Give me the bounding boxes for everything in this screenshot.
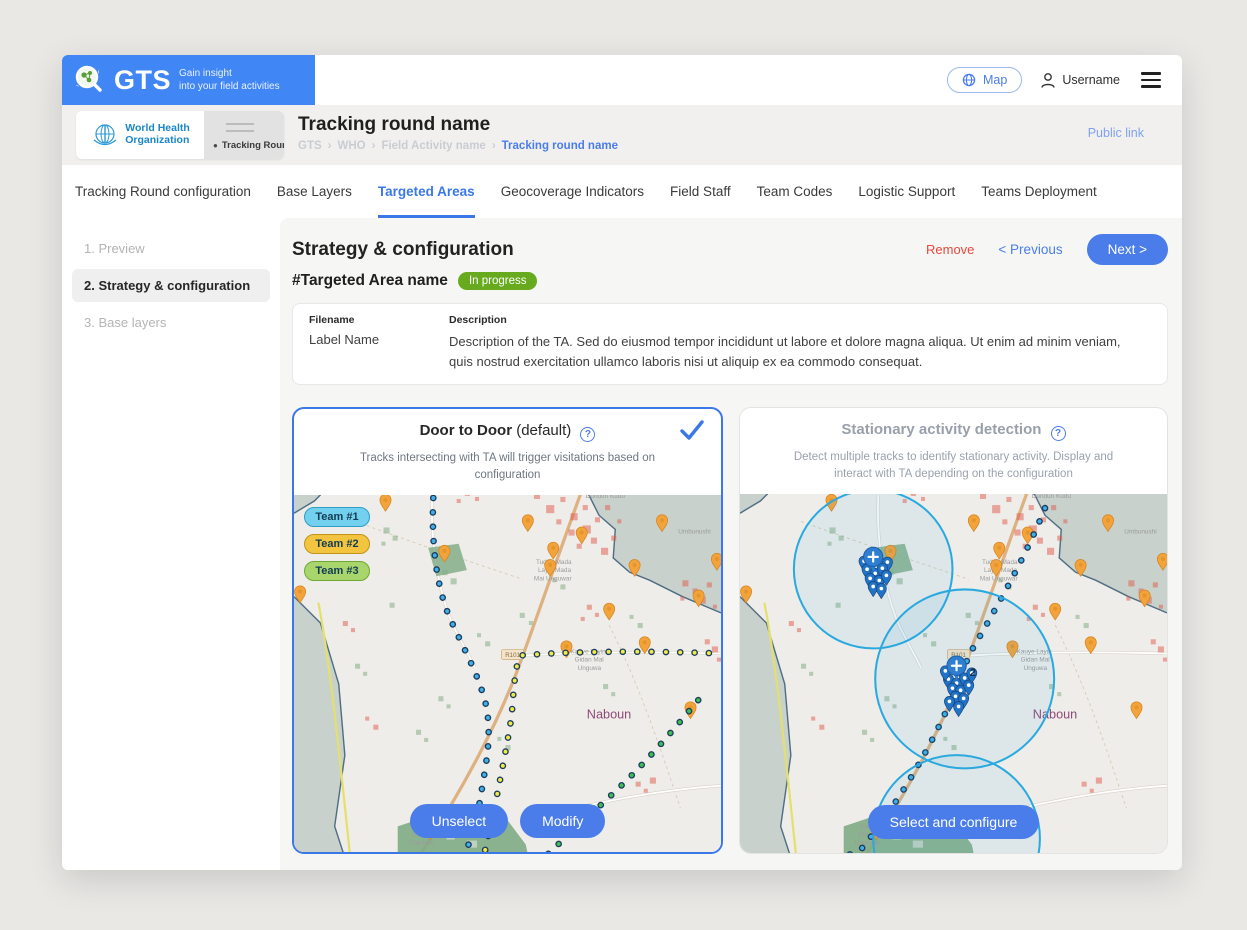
steps-sidebar: 1. Preview 2. Strategy & configuration 3… (62, 218, 280, 870)
select-and-configure-button[interactable]: Select and configure (868, 805, 1040, 839)
tab-bar: Tracking Round configuration Base Layers… (62, 165, 1182, 218)
door-to-door-default-suffix: (default) (516, 422, 571, 439)
help-icon[interactable]: ? (580, 427, 595, 442)
who-logo: World Health Organization (76, 111, 204, 159)
tracking-round-chip: Tracking Round (204, 111, 284, 159)
description-value: Description of the TA. Sed do eiusmod te… (449, 332, 1151, 371)
gts-logo: GTS Gain insight into your field activit… (62, 55, 315, 105)
stationary-activity-card[interactable]: Stationary activity detection ? Detect m… (739, 407, 1168, 854)
tab-base-layers[interactable]: Base Layers (277, 165, 352, 218)
next-button[interactable]: Next > (1087, 234, 1168, 265)
map-button[interactable]: Map (947, 67, 1022, 93)
top-bar-controls: Map Username (947, 67, 1182, 93)
tab-tracking-round-configuration[interactable]: Tracking Round configuration (75, 165, 251, 218)
section-title: Strategy & configuration (292, 239, 514, 261)
cluster-count: 2 (970, 667, 976, 679)
user-menu[interactable]: Username (1040, 72, 1120, 89)
gts-tagline: Gain insight into your field activities (179, 67, 280, 93)
breadcrumb-field-activity[interactable]: Field Activity name (381, 140, 485, 152)
hamburger-menu-icon[interactable] (1138, 69, 1164, 90)
globe-icon (962, 73, 976, 87)
breadcrumb-current: Tracking round name (502, 140, 618, 152)
help-icon[interactable]: ? (1051, 426, 1066, 441)
page-title: Tracking round name (298, 114, 618, 136)
gts-magnifier-icon (72, 63, 106, 97)
breadcrumb-gts[interactable]: GTS (298, 140, 322, 152)
top-bar: GTS Gain insight into your field activit… (62, 55, 1182, 105)
stationary-activity-map[interactable]: 2 Select and configure (740, 494, 1167, 853)
door-to-door-subtitle: Tracks intersecting with TA will trigger… (343, 450, 673, 483)
round-header: World Health Organization Tracking Round… (62, 105, 1182, 165)
description-column-header: Description (449, 314, 1151, 326)
gts-wordmark: GTS (114, 65, 171, 96)
tab-teams-deployment[interactable]: Teams Deployment (981, 165, 1097, 218)
tab-targeted-areas[interactable]: Targeted Areas (378, 165, 475, 218)
team-3-chip[interactable]: Team #3 (304, 561, 370, 581)
tracking-round-label: Tracking Round (213, 140, 284, 151)
selected-check-icon (679, 419, 705, 441)
stationary-title: Stationary activity detection (841, 421, 1041, 438)
door-to-door-map[interactable]: R101 Dundun Kudu Umbunushi Wuniwa Tudun … (294, 495, 721, 852)
previous-button[interactable]: < Previous (998, 242, 1062, 257)
step-preview[interactable]: 1. Preview (72, 232, 270, 265)
breadcrumb-who[interactable]: WHO (337, 140, 365, 152)
ta-info-card: Filename Description Label Name Descript… (292, 303, 1168, 385)
filename-value: Label Name (309, 332, 449, 371)
team-legend: Team #1 Team #2 Team #3 (304, 507, 370, 581)
main-panel: Strategy & configuration Remove < Previo… (280, 218, 1182, 870)
who-emblem-icon (90, 120, 120, 150)
tab-logistic-support[interactable]: Logistic Support (858, 165, 955, 218)
filename-column-header: Filename (309, 314, 449, 326)
placeholder-line (226, 123, 254, 125)
who-name: World Health Organization (125, 123, 190, 147)
team-2-chip[interactable]: Team #2 (304, 534, 370, 554)
app-window: GTS Gain insight into your field activit… (62, 55, 1182, 870)
step-base-layers[interactable]: 3. Base layers (72, 306, 270, 339)
remove-button[interactable]: Remove (926, 242, 974, 257)
team-1-chip[interactable]: Team #1 (304, 507, 370, 527)
step-strategy-configuration[interactable]: 2. Strategy & configuration (72, 269, 270, 302)
public-link[interactable]: Public link (1088, 126, 1144, 140)
tab-team-codes[interactable]: Team Codes (757, 165, 833, 218)
door-to-door-card[interactable]: Door to Door (default) ? Tracks intersec… (292, 407, 723, 854)
breadcrumb: GTS › WHO › Field Activity name › Tracki… (298, 140, 618, 152)
stationary-subtitle: Detect multiple tracks to identify stati… (789, 449, 1119, 482)
placeholder-line (226, 130, 254, 132)
targeted-area-name: #Targeted Area name (292, 272, 448, 290)
modify-button[interactable]: Modify (520, 804, 605, 838)
breadcrumb-separator-icon: › (328, 140, 332, 152)
status-badge: In progress (458, 272, 538, 290)
door-to-door-title: Door to Door (420, 422, 512, 439)
unselect-button[interactable]: Unselect (410, 804, 508, 838)
tab-field-staff[interactable]: Field Staff (670, 165, 731, 218)
organization-card[interactable]: World Health Organization Tracking Round (76, 111, 284, 159)
tab-geocoverage-indicators[interactable]: Geocoverage Indicators (501, 165, 644, 218)
user-icon (1040, 72, 1056, 89)
breadcrumb-separator-icon: › (372, 140, 376, 152)
breadcrumb-separator-icon: › (492, 140, 496, 152)
